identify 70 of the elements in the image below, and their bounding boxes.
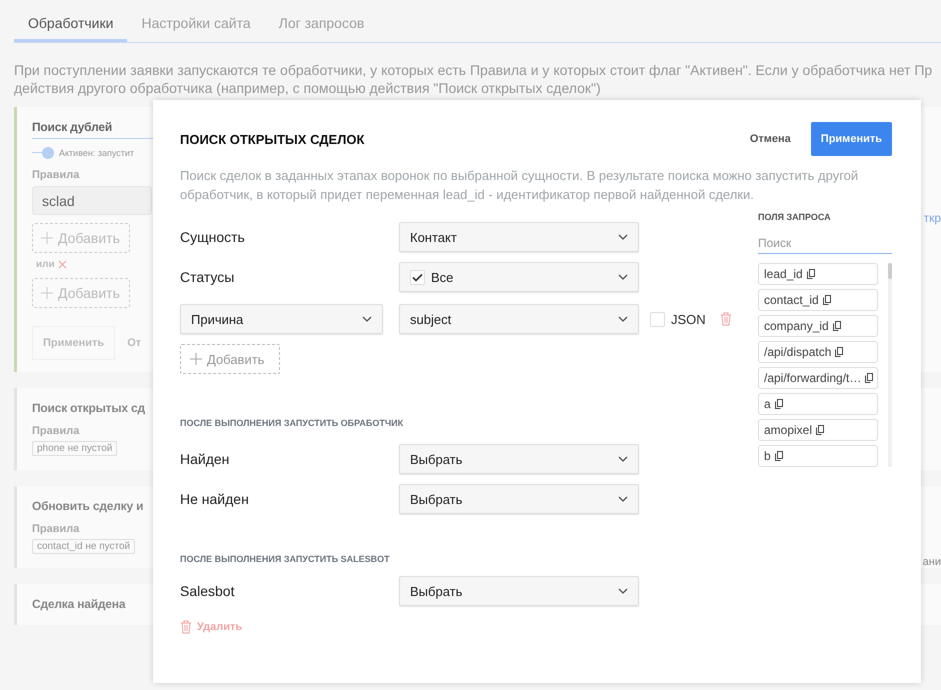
check-icon — [412, 272, 423, 282]
copy-icon — [865, 373, 874, 383]
field-label: Не найден — [180, 491, 250, 507]
chevron-down-icon — [362, 316, 372, 322]
handler-title: Сделка найдена — [32, 597, 126, 611]
intro-text: При поступлении заявки запускаются те обработчики, у которых есть Правила и у которых стоит флаг "Активен". Если у обработчика нет Пр — [14, 61, 934, 79]
or-label: или — [36, 259, 55, 270]
field-chip[interactable]: company_id — [758, 315, 878, 337]
chevron-down-icon — [618, 588, 628, 594]
copy-icon — [822, 295, 831, 305]
tab[interactable]: Обработчики — [14, 10, 128, 42]
description-text: Поиск сделок в заданных этапах воронок по выбранной сущности. В результате поиска можно запустить другой обработчик, в который придет переменная lead_id - идентификатор первой найденной сделки. — [180, 167, 860, 204]
copy-icon — [832, 321, 841, 331]
checkbox[interactable] — [410, 270, 425, 284]
field-chip[interactable]: amopixel — [758, 419, 878, 441]
side-text: ани — [922, 556, 941, 568]
checkbox-label: JSON — [671, 312, 706, 326]
copy-icon — [774, 399, 783, 409]
field-chip[interactable]: lead_id — [758, 263, 878, 285]
rules-label: Правила — [32, 425, 80, 437]
plus-icon — [41, 287, 53, 299]
field-chip[interactable]: /api/dispatch — [758, 341, 878, 363]
rule-field[interactable]: sclad — [32, 186, 152, 215]
field-chip[interactable]: b — [758, 445, 878, 467]
section-heading: ПОСЛЕ ВЫПОЛНЕНИЯ ЗАПУСТИТЬ SALESBOT — [180, 554, 391, 564]
field-label: Сущность — [180, 229, 246, 245]
copy-icon — [835, 347, 844, 357]
side-text: ткр — [924, 211, 941, 225]
dropdown[interactable]: Выбрать — [399, 576, 639, 606]
dropdown[interactable]: Выбрать — [399, 484, 639, 514]
plus-icon — [190, 353, 202, 365]
intro-text: действия другого обработчика (например, с помощью действия "Поиск открытых сделок") — [14, 79, 602, 97]
handler-title: Обновить сделку и — [32, 499, 144, 513]
rule-tag: contact_id не пустой — [32, 539, 136, 554]
chevron-down-icon — [618, 496, 628, 502]
checkbox[interactable] — [650, 312, 665, 326]
rules-label: Правила — [32, 169, 80, 181]
close-icon[interactable] — [58, 260, 67, 269]
chevron-down-icon — [618, 274, 628, 280]
toggle-label: Активен: запустит — [59, 148, 134, 158]
chevron-down-icon — [618, 234, 628, 240]
dropdown[interactable]: Контакт — [399, 222, 639, 252]
chevron-down-icon — [618, 456, 628, 462]
apply-button[interactable]: Применить — [810, 122, 892, 156]
dropdown[interactable]: Все — [399, 262, 639, 292]
dropdown[interactable]: subject — [399, 304, 639, 334]
panel-heading: ПОЛЯ ЗАПРОСА — [758, 212, 832, 222]
toggle-switch[interactable] — [32, 147, 56, 159]
rules-label: Правила — [32, 523, 80, 535]
section-heading: ПОСЛЕ ВЫПОЛНЕНИЯ ЗАПУСТИТЬ ОБРАБОТЧИК — [180, 418, 404, 428]
dropdown[interactable]: Выбрать — [399, 444, 639, 474]
plus-icon — [41, 232, 53, 244]
chevron-down-icon — [618, 316, 628, 322]
field-chip[interactable]: contact_id — [758, 289, 878, 311]
rule-tag: phone не пустой — [32, 441, 118, 456]
trash-icon[interactable] — [720, 312, 732, 326]
field-label: Salesbot — [180, 583, 236, 599]
copy-icon — [774, 451, 783, 461]
field-chip[interactable]: /api/forwarding/t… — [758, 367, 878, 389]
copy-icon — [806, 269, 815, 279]
search-field[interactable]: Поиск — [758, 236, 892, 254]
dropdown[interactable]: Причина — [180, 304, 383, 334]
field-label: Найден — [180, 451, 230, 467]
trash-icon[interactable] — [180, 620, 192, 634]
cancel-button[interactable]: Отмена — [744, 132, 797, 146]
modal-title: ПОИСК ОТКРЫТЫХ СДЕЛОК — [180, 132, 366, 146]
copy-icon — [816, 425, 824, 435]
field-label: Статусы — [180, 269, 236, 285]
handler-title: Поиск открытых сд — [32, 401, 145, 415]
field-chip[interactable]: a — [758, 393, 878, 415]
